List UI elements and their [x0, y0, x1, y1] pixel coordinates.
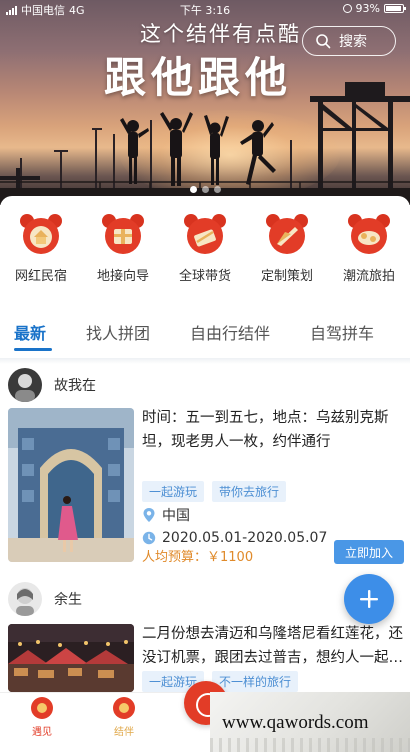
- post-author[interactable]: 余生: [8, 582, 82, 616]
- custom-plan-icon: [265, 212, 309, 256]
- battery-icon: [384, 4, 406, 13]
- tag-list: 一起游玩 带你去旅行: [142, 481, 287, 502]
- search-icon: [316, 34, 331, 49]
- nav-companion[interactable]: 结伴: [94, 697, 154, 738]
- nav-label: 遇见: [32, 727, 52, 738]
- join-button[interactable]: 立即加入: [334, 540, 404, 564]
- app-screen: 中国电信 4G 下午 3:16 93% 这个结伴有点酷 跟他跟他 搜索 网红民宿…: [0, 0, 410, 752]
- status-bar: 中国电信 4G 下午 3:16 93%: [0, 0, 410, 18]
- username: 余生: [54, 592, 82, 608]
- tag[interactable]: 带你去旅行: [212, 481, 287, 502]
- category-label: 定制策划: [260, 269, 313, 284]
- category-label: 全球带货: [178, 269, 231, 284]
- tag[interactable]: 一起游玩: [142, 481, 205, 502]
- search-button[interactable]: 搜索: [302, 26, 396, 56]
- orientation-lock-icon: [342, 4, 352, 13]
- location-pin-icon: [143, 508, 155, 522]
- banner-dot[interactable]: [213, 186, 221, 193]
- post-image[interactable]: [8, 624, 134, 692]
- banner-pagination: [0, 186, 410, 193]
- location-text: 中国: [162, 508, 190, 524]
- category-homestay[interactable]: 网红民宿: [0, 212, 82, 284]
- post-author[interactable]: 故我在: [8, 368, 96, 402]
- post-card[interactable]: 故我在 时间：五一到五七，地点：乌兹别克斯坦，现老男人一枚，约伴通行 一起游玩 …: [0, 368, 410, 568]
- category-label: 地接向导: [96, 269, 149, 284]
- category-row: 网红民宿 地接向导 全球带货 定制策划 潮流旅拍: [0, 212, 410, 284]
- tab-bar: 最新 找人拼团 自由行结伴 自驾拼车: [0, 318, 410, 356]
- avatar[interactable]: [8, 582, 42, 616]
- add-post-button[interactable]: [344, 574, 394, 624]
- nav-meet[interactable]: 遇见: [12, 697, 72, 738]
- clock-icon: [142, 531, 156, 545]
- travel-photo-icon: [347, 212, 391, 256]
- banner-title: 跟他跟他: [104, 53, 293, 102]
- meet-icon: [31, 697, 53, 719]
- search-label: 搜索: [339, 34, 367, 50]
- companion-icon: [113, 697, 135, 719]
- post-dates: 2020.05.01-2020.05.07: [142, 530, 327, 546]
- tag[interactable]: 不一样的旅行: [212, 671, 299, 692]
- homestay-icon: [19, 212, 63, 256]
- budget-text: 人均预算：￥1100: [142, 550, 254, 565]
- main-panel: 网红民宿 地接向导 全球带货 定制策划 潮流旅拍 最新 找人拼团 自由行结伴 自…: [0, 196, 410, 752]
- category-custom-plan[interactable]: 定制策划: [246, 212, 328, 284]
- battery-percent: 93%: [355, 2, 380, 15]
- tab-carpool[interactable]: 自驾拼车: [310, 320, 374, 344]
- banner-dot[interactable]: [201, 186, 209, 193]
- category-label: 网红民宿: [14, 269, 67, 284]
- avatar[interactable]: [8, 368, 42, 402]
- plus-icon: [360, 590, 378, 608]
- category-label: 潮流旅拍: [342, 269, 395, 284]
- watermark: www.qawords.com: [210, 692, 410, 752]
- watermark-decoration: [210, 738, 410, 752]
- watermark-text: www.qawords.com: [222, 712, 369, 733]
- post-description: 二月份想去清迈和乌隆塔尼看红莲花，还没订机票，跟团去过普吉，想约人一起…: [142, 626, 403, 666]
- tab-group-buy[interactable]: 找人拼团: [86, 320, 150, 344]
- category-travel-photo[interactable]: 潮流旅拍: [328, 212, 410, 284]
- global-shopping-icon: [183, 212, 227, 256]
- post-location: 中国: [142, 505, 190, 525]
- post-image[interactable]: [8, 408, 134, 562]
- date-range-text: 2020.05.01-2020.05.07: [162, 530, 328, 546]
- nav-label: 结伴: [114, 727, 134, 738]
- divider: [0, 358, 410, 364]
- category-guide[interactable]: 地接向导: [82, 212, 164, 284]
- banner-dot[interactable]: [189, 186, 197, 193]
- guide-gift-icon: [101, 212, 145, 256]
- hero-banner[interactable]: 中国电信 4G 下午 3:16 93% 这个结伴有点酷 跟他跟他 搜索: [0, 0, 410, 205]
- username: 故我在: [54, 378, 96, 394]
- tab-active-indicator: [14, 348, 52, 351]
- tab-latest[interactable]: 最新: [14, 320, 46, 344]
- post-description: 时间：五一到五七，地点：乌兹别克斯坦，现老男人一枚，约伴通行: [142, 410, 389, 450]
- tab-free-travel[interactable]: 自由行结伴: [190, 320, 270, 344]
- category-global-shopping[interactable]: 全球带货: [164, 212, 246, 284]
